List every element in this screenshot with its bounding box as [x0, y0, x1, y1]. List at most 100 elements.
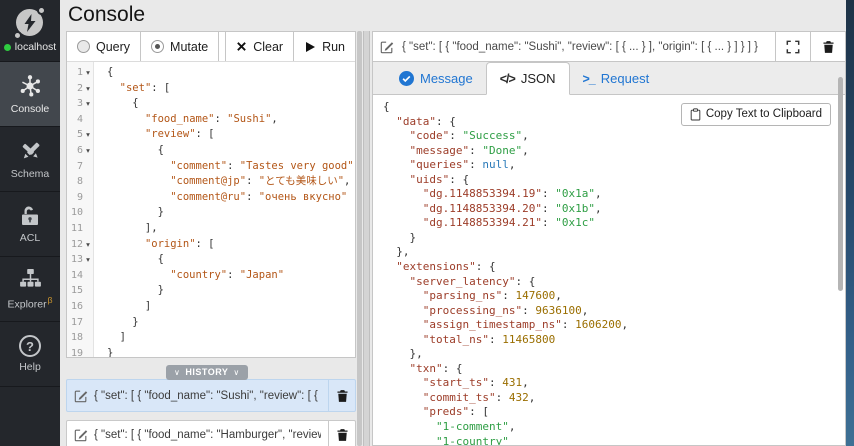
gutter-line: 9: [67, 190, 93, 206]
history-item[interactable]: { "set": [ { "food_name": "Sushi", "revi…: [66, 379, 356, 412]
gutter-line[interactable]: 1▾: [67, 65, 93, 81]
code-line: "total_ns": 11465800: [383, 333, 844, 348]
mutation-editor[interactable]: 1▾2▾3▾45▾6▾789101112▾13▾141516171819 { "…: [67, 62, 355, 357]
code-line: }: [107, 346, 353, 357]
sitemap-icon: [18, 267, 43, 291]
fold-arrow-icon: ▾: [83, 127, 93, 143]
trash-icon: [822, 40, 835, 54]
sidebar-item-explorer[interactable]: Explorerβ: [0, 257, 60, 322]
history-item-text: { "set": [ { "food_name": "Hamburger", "…: [94, 429, 321, 441]
copy-to-clipboard-button[interactable]: Copy Text to Clipboard: [681, 103, 831, 126]
query-mode-button[interactable]: Query: [67, 32, 141, 61]
panel-splitter[interactable]: [356, 31, 372, 446]
dgraph-logo: [14, 8, 46, 38]
fold-arrow-icon: ▾: [83, 81, 93, 97]
delete-history-button[interactable]: [328, 421, 355, 446]
code-line: "dg.1148853394.21": "0x1c": [383, 216, 844, 231]
code-line: "food_name": "Sushi",: [107, 112, 353, 128]
sidebar-item-label: Help: [19, 361, 41, 373]
gutter-line[interactable]: 3▾: [67, 96, 93, 112]
delete-history-button[interactable]: [328, 380, 355, 411]
delete-result-button[interactable]: [810, 32, 845, 61]
tab-request[interactable]: >_ Request: [570, 63, 663, 94]
code-line: "dg.1148853394.19": "0x1a",: [383, 187, 844, 202]
gutter-line[interactable]: 6▾: [67, 143, 93, 159]
code-line: }: [107, 315, 353, 331]
code-icon: </>: [500, 72, 515, 86]
json-response-view: Copy Text to Clipboard { "data": { "code…: [373, 95, 844, 445]
gutter-line: 16: [67, 299, 93, 315]
sidebar-item-schema[interactable]: Schema: [0, 127, 60, 192]
sidebar-item-acl[interactable]: ACL: [0, 192, 60, 257]
code-line: {: [107, 252, 353, 268]
code-line: "queries": null,: [383, 158, 844, 173]
code-line: "server_latency": {: [383, 275, 844, 290]
code-line: {: [107, 65, 353, 81]
gutter-line[interactable]: 5▾: [67, 127, 93, 143]
response-code: { "data": { "code": "Success", "message"…: [383, 100, 844, 445]
fullscreen-icon: [786, 40, 800, 54]
chevron-down-icon: ∨: [174, 368, 180, 377]
sidebar-item-help[interactable]: ? Help: [0, 322, 60, 387]
code-line: }: [383, 231, 844, 246]
clear-button[interactable]: Clear: [225, 32, 293, 61]
edit-icon: [74, 428, 88, 442]
code-line: {: [107, 143, 353, 159]
code-line: ]: [107, 299, 353, 315]
editor-panel: Query Mutate Clear Run 1▾2▾3▾45▾6▾789101…: [66, 31, 356, 358]
sidebar-item-label: Console: [11, 103, 50, 115]
fold-arrow-icon: ▾: [83, 65, 93, 81]
editor-toolbar: Query Mutate Clear Run: [67, 32, 355, 62]
gutter-line: 14: [67, 268, 93, 284]
run-button[interactable]: Run: [293, 32, 355, 61]
code-line: "review": [: [107, 127, 353, 143]
gutter-line: 15: [67, 283, 93, 299]
gutter-line: 19: [67, 346, 93, 357]
sidebar-item-console[interactable]: Console: [0, 62, 60, 127]
gutter-line: 18: [67, 330, 93, 346]
terminal-icon: >_: [583, 72, 595, 86]
graph-icon: [17, 73, 43, 99]
gutter-line: 11: [67, 221, 93, 237]
code-line: "dg.1148853394.20": "0x1b",: [383, 202, 844, 217]
response-panel: { "set": [ { "food_name": "Sushi", "revi…: [372, 31, 846, 446]
chevron-down-icon: ∨: [233, 368, 239, 377]
tab-json[interactable]: </> JSON: [486, 62, 570, 95]
code-line: "preds": [: [383, 405, 844, 420]
response-tabs: Message </> JSON >_ Request: [373, 62, 845, 95]
collapsed-query-text[interactable]: { "set": [ { "food_name": "Sushi", "revi…: [398, 41, 775, 53]
connection-label: localhost: [15, 41, 56, 53]
sidebar-item-label: Explorerβ: [8, 295, 53, 311]
sidebar-item-label: ACL: [20, 232, 40, 244]
radio-selected-icon: [151, 40, 164, 53]
gutter-line: 7: [67, 159, 93, 175]
code-line: "uids": {: [383, 173, 844, 188]
tab-message[interactable]: Message: [386, 63, 486, 94]
history-toggle[interactable]: ∨ HISTORY ∨: [166, 365, 248, 380]
beta-badge: β: [48, 295, 53, 305]
fold-arrow-icon: ▾: [83, 143, 93, 159]
fold-arrow-icon: ▾: [83, 252, 93, 268]
gutter-line: 8: [67, 174, 93, 190]
trash-icon: [336, 428, 349, 442]
fold-arrow-icon: ▾: [83, 96, 93, 112]
connection-status-dot: [4, 44, 11, 51]
code-line: "txn": {: [383, 362, 844, 377]
gutter-line[interactable]: 2▾: [67, 81, 93, 97]
mutate-mode-button[interactable]: Mutate: [141, 32, 219, 61]
play-icon: [304, 41, 316, 53]
sidebar-item-connection[interactable]: localhost: [0, 0, 60, 62]
history-item[interactable]: { "set": [ { "food_name": "Hamburger", "…: [66, 420, 356, 446]
response-scrollbar[interactable]: [838, 77, 843, 291]
gutter-line[interactable]: 12▾: [67, 237, 93, 253]
code-line: "message": "Done",: [383, 144, 844, 159]
check-circle-icon: [399, 71, 414, 86]
code-line: "country": "Japan": [107, 268, 353, 284]
gutter-line: 17: [67, 315, 93, 331]
expand-button[interactable]: [775, 32, 810, 61]
page-title: Console: [68, 3, 145, 27]
fold-arrow-icon: ▾: [83, 237, 93, 253]
pencils-icon: [18, 139, 43, 164]
editor-gutter: 1▾2▾3▾45▾6▾789101112▾13▾141516171819: [67, 62, 94, 357]
gutter-line[interactable]: 13▾: [67, 252, 93, 268]
